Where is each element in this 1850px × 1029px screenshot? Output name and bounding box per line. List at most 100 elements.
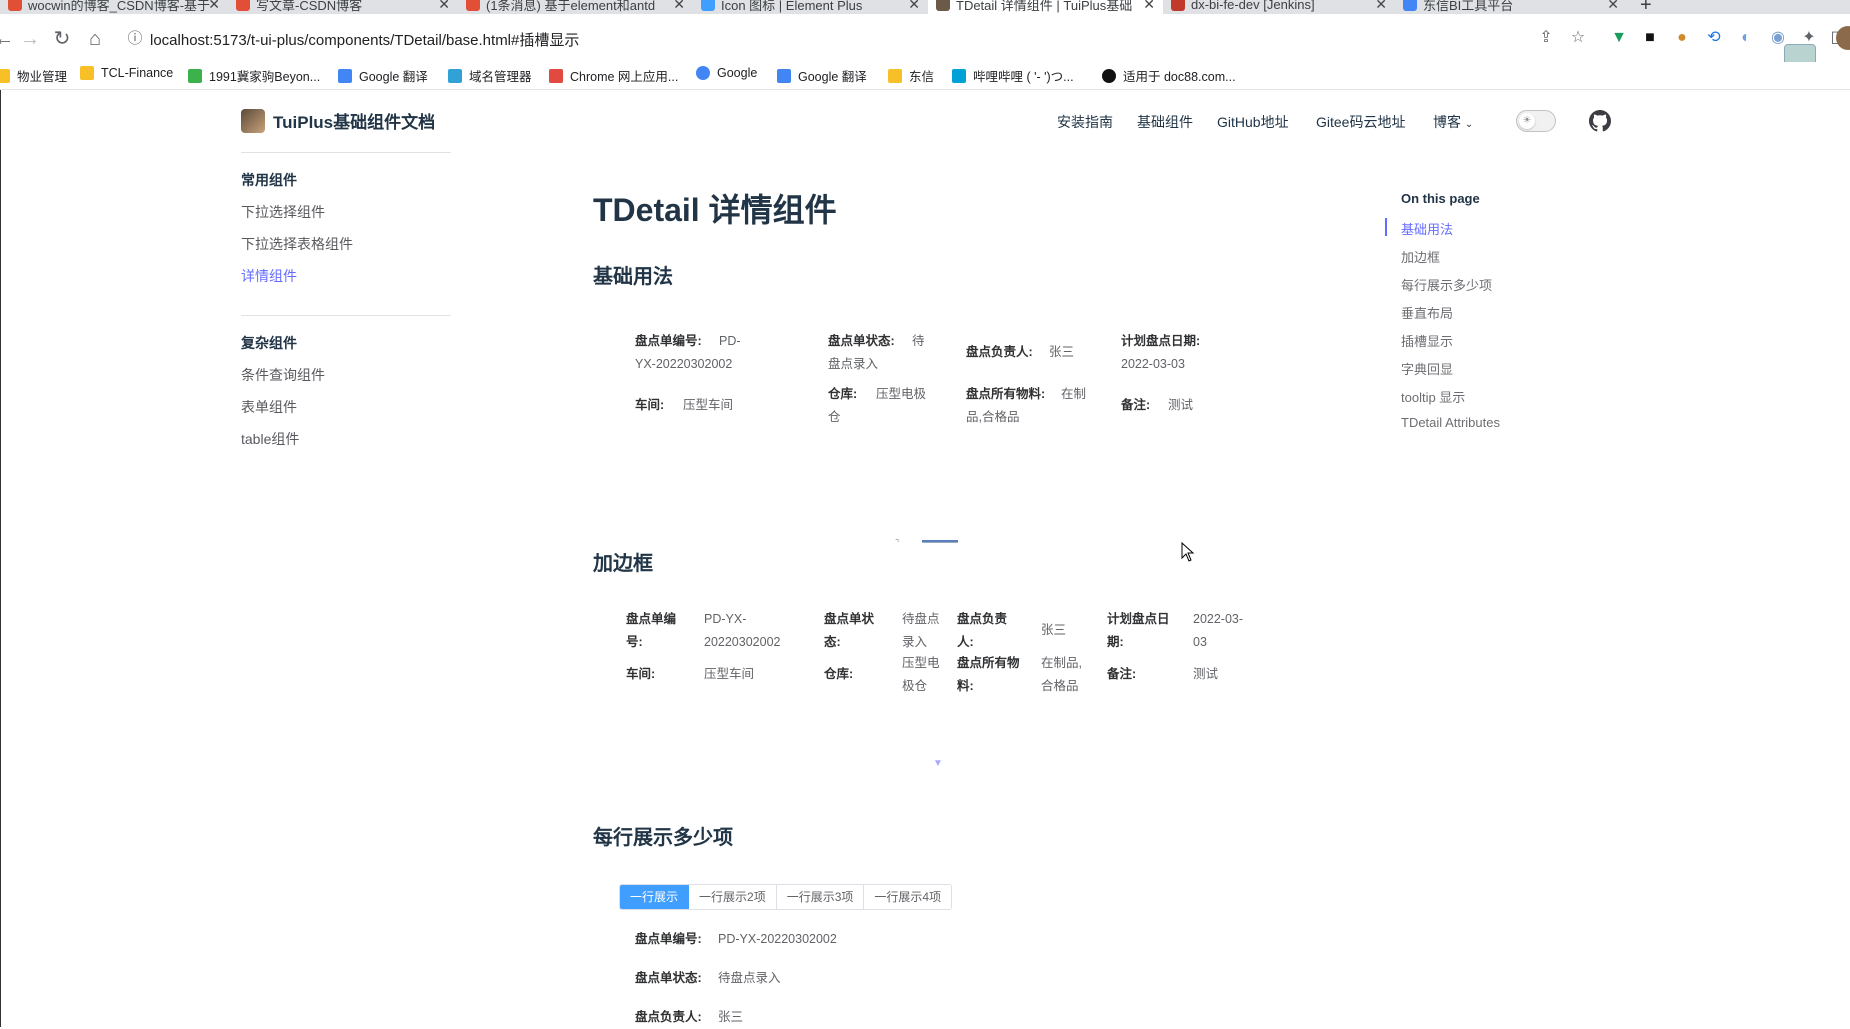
sidebar-item-query[interactable]: 条件查询组件 — [241, 365, 325, 385]
share-icon[interactable]: ⇪ — [1537, 29, 1555, 47]
csdn-favicon-icon — [8, 0, 22, 11]
sidebar-item-table[interactable]: table组件 — [241, 429, 299, 449]
bookmark-star-icon[interactable]: ☆ — [1569, 29, 1587, 47]
toc-item[interactable]: 基础用法 — [1401, 219, 1453, 238]
back-icon[interactable]: ← — [0, 27, 16, 51]
folder-icon — [888, 68, 902, 83]
browser-tab[interactable]: (1条消息) 基于element和antd ✕ — [458, 0, 693, 14]
bookmark-item[interactable]: Google 翻译 — [338, 66, 428, 85]
sun-icon: ☀ — [1519, 113, 1535, 129]
detail-value: 张三 — [1049, 345, 1075, 359]
close-icon[interactable]: ✕ — [908, 0, 920, 13]
reload-icon[interactable]: ↻ — [50, 27, 74, 51]
tab-four-per-row[interactable]: 一行展示4项 — [864, 885, 952, 909]
bookmark-item[interactable]: 适用于 doc88.com... — [1102, 66, 1236, 85]
docs-page: TuiPlus基础组件文档 安装指南 基础组件 GitHub地址 Gitee码云… — [0, 90, 1850, 1027]
sidebar-item-detail[interactable]: 详情组件 — [241, 266, 297, 286]
folder-icon — [80, 66, 94, 80]
tab-one-per-row[interactable]: 一行展示 — [620, 885, 690, 909]
browser-tab[interactable]: dx-bi-fe-dev [Jenkins] ✕ — [1163, 0, 1395, 14]
browser-tab-active[interactable]: TDetail 详情组件 | TuiPlus基础 ✕ — [928, 0, 1163, 14]
close-icon[interactable]: ✕ — [1143, 0, 1155, 13]
bookmark-item[interactable]: Google 翻译 — [777, 66, 867, 85]
forward-icon[interactable]: → — [18, 27, 42, 51]
browser-tab[interactable]: 写文章-CSDN博客 ✕ — [228, 0, 458, 14]
url-input[interactable]: localhost:5173/t-ui-plus/components/TDet… — [150, 29, 579, 50]
detail-value: 测试 — [1168, 398, 1194, 412]
detail-label: 盘点单状态: — [824, 612, 875, 649]
detail-value: 待盘点录入 — [828, 334, 925, 371]
mouse-cursor-icon — [1181, 542, 1195, 562]
browser-tab[interactable]: 东信BI工具平台 ✕ — [1395, 0, 1627, 14]
detail-value: 待盘点录入 — [718, 971, 781, 985]
toc-item[interactable]: tooltip 显示 — [1401, 387, 1465, 406]
per-row-segmented-control: 一行展示 一行展示2项 一行展示3项 一行展示4项 — [619, 884, 953, 910]
github-icon[interactable] — [1589, 110, 1611, 132]
sidebar-group-title: 复杂组件 — [241, 335, 297, 351]
folder-icon — [0, 68, 10, 83]
nav-gitee[interactable]: Gitee码云地址 — [1316, 112, 1405, 132]
close-icon[interactable]: ✕ — [208, 0, 220, 13]
bookmark-item[interactable]: Google — [696, 66, 757, 80]
nav-basic-components[interactable]: 基础组件 — [1137, 112, 1193, 132]
close-icon[interactable]: ✕ — [1607, 0, 1619, 13]
sidebar-item-form[interactable]: 表单组件 — [241, 397, 297, 417]
detail-label: 盘点单编号: — [626, 612, 677, 649]
toc-title: On this page — [1401, 191, 1480, 206]
toc-item[interactable]: 插槽显示 — [1401, 331, 1453, 350]
detail-label: 盘点所有物料: — [957, 656, 1020, 693]
bookmark-item[interactable]: Chrome 网上应用... — [549, 66, 678, 85]
extension-icon[interactable]: ◐ — [1737, 29, 1755, 47]
extension-icon[interactable]: ⟲ — [1705, 29, 1723, 47]
detail-value: 测试 — [1193, 667, 1219, 681]
caret-down-icon[interactable]: ▼ — [933, 758, 943, 769]
close-icon[interactable]: ✕ — [438, 0, 450, 13]
toc-item[interactable]: 垂直布局 — [1401, 303, 1453, 322]
extension-icon[interactable]: ■ — [1641, 29, 1659, 47]
home-icon[interactable]: ⌂ — [83, 27, 107, 51]
close-icon[interactable]: ✕ — [1375, 0, 1387, 13]
toc-item[interactable]: 加边框 — [1401, 247, 1440, 266]
toc-item[interactable]: 每行展示多少项 — [1401, 275, 1492, 294]
tab-two-per-row[interactable]: 一行展示2项 — [689, 885, 777, 909]
section-heading-basic: 基础用法 — [593, 266, 673, 288]
bookmark-item[interactable]: 东信 — [888, 66, 934, 85]
toc-item[interactable]: 字典回显 — [1401, 359, 1453, 378]
sidebar-divider — [241, 152, 451, 153]
chevron-down-icon: ⌄ — [1464, 119, 1474, 130]
nav-github[interactable]: GitHub地址 — [1217, 112, 1289, 132]
bookmark-item[interactable]: 域名管理器 — [448, 66, 532, 85]
close-icon[interactable]: ✕ — [673, 0, 685, 13]
bookmark-item[interactable]: 物业管理 — [0, 66, 67, 85]
vue-devtools-icon[interactable]: ▼ — [1610, 29, 1628, 47]
bookmark-item[interactable]: TCL-Finance — [80, 66, 173, 80]
sidebar-group-title: 常用组件 — [241, 172, 297, 188]
browser-toolbar: ← → ↻ ⌂ ⓘ localhost:5173/t-ui-plus/compo… — [0, 14, 1850, 76]
browser-tab[interactable]: Icon 图标 | Element Plus ✕ — [693, 0, 928, 14]
theme-toggle[interactable]: ☀ — [1516, 110, 1556, 132]
detail-label: 计划盘点日期: — [1107, 612, 1170, 649]
bookmark-item[interactable]: 哔哩哔哩 ( '- ')つ... — [952, 66, 1074, 85]
nav-install-guide[interactable]: 安装指南 — [1057, 112, 1113, 132]
browser-tab[interactable]: wocwin的博客_CSDN博客-基于 ✕ — [0, 0, 228, 14]
nav-blog[interactable]: 博客 ⌄ — [1433, 112, 1473, 132]
detail-label: 盘点负责人: — [635, 1010, 702, 1024]
site-logo[interactable]: TuiPlus基础组件文档 — [241, 108, 435, 133]
detail-label: 盘点负责人: — [957, 612, 1008, 649]
tab-three-per-row[interactable]: 一行展示3项 — [776, 885, 865, 909]
bilibili-icon — [952, 68, 966, 83]
site-info-icon[interactable]: ⓘ — [123, 27, 147, 51]
bordered-detail: 盘点单编号: PD-YX-20220302002 盘点单状态: 待盘点录入 盘点… — [613, 608, 1253, 708]
demo-expand-icon[interactable]: ⌝ — [895, 538, 899, 549]
detail-label: 盘点单状态: — [635, 971, 702, 985]
sidebar-item-select-table[interactable]: 下拉选择表格组件 — [241, 234, 353, 254]
detail-value: 待盘点录入 — [902, 612, 940, 649]
detail-label: 计划盘点日期: — [1121, 334, 1201, 348]
detail-label: 备注: — [1107, 667, 1137, 681]
bookmark-favicon-icon — [188, 68, 202, 83]
toc-item[interactable]: TDetail Attributes — [1401, 415, 1500, 430]
extension-icon[interactable]: ● — [1673, 29, 1691, 47]
new-tab-icon[interactable]: + — [1640, 0, 1652, 14]
bookmark-item[interactable]: 1991冀家驹Beyon... — [188, 66, 320, 85]
sidebar-item-select[interactable]: 下拉选择组件 — [241, 202, 325, 222]
